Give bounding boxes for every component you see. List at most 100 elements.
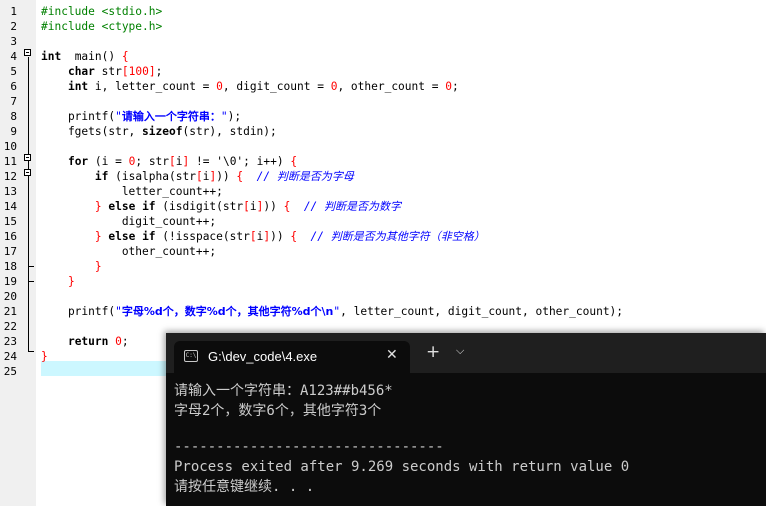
console-output-line: Process exited after 9.269 seconds with … — [174, 459, 630, 475]
code-token: )) — [216, 170, 237, 183]
code-token: [ — [249, 230, 257, 243]
code-token: 判断是否为数字 — [324, 200, 402, 213]
code-line[interactable]: 20 — [0, 289, 766, 304]
close-tab-icon[interactable]: ✕ — [386, 347, 398, 363]
code-line[interactable]: 12 if (isalpha(str[i])) { // 判断是否为字母 — [0, 169, 766, 184]
line-number: 15 — [3, 215, 17, 228]
code-text: char str[100]; — [41, 64, 162, 79]
code-token: int — [41, 50, 62, 63]
code-text: } — [41, 259, 102, 274]
code-token: for — [67, 155, 89, 168]
code-line[interactable]: 13 letter_count++; — [0, 184, 766, 199]
code-token: , letter_count, digit_count, other_count… — [340, 305, 624, 318]
line-number: 19 — [3, 275, 17, 288]
code-line[interactable]: 6 int i, letter_count = 0, digit_count =… — [0, 79, 766, 94]
code-token: 0 — [216, 80, 223, 93]
fold-toggle-icon[interactable] — [24, 49, 31, 56]
code-token: main() — [61, 50, 122, 63]
code-token: printf( — [41, 305, 116, 318]
console-output-line: -------------------------------- — [174, 439, 444, 455]
fold-toggle-icon[interactable] — [24, 154, 31, 161]
code-token: ] — [148, 65, 156, 78]
code-token: if — [94, 170, 109, 183]
console-output-line: 字母2个，数字6个，其他字符3个 — [174, 403, 382, 419]
code-token: 0 — [115, 335, 122, 348]
console-app-icon: C:\ — [184, 350, 198, 362]
code-line[interactable]: 21 printf("字母%d个，数字%d个，其他字符%d个\n", lette… — [0, 304, 766, 319]
code-token: (isdigit(str — [155, 200, 244, 213]
console-output-line: 请按任意键继续. . . — [174, 479, 315, 495]
code-line[interactable]: 5 char str[100]; — [0, 64, 766, 79]
terminal-tab-bar: C:\ G:\dev_code\4.exe ✕ + ⌵ — [166, 333, 766, 373]
fold-end — [28, 281, 34, 282]
code-line[interactable]: 7 — [0, 94, 766, 109]
line-number: 11 — [3, 155, 17, 168]
code-token: str — [94, 65, 122, 78]
code-line[interactable]: 22 — [0, 319, 766, 334]
code-text: int main() { — [41, 49, 129, 64]
code-line[interactable]: 16 } else if (!isspace(str[i])) { // 判断是… — [0, 229, 766, 244]
code-token: " — [220, 110, 228, 123]
console-output-line: 请输入一个字符串：A123##b456* — [174, 383, 393, 399]
code-line[interactable]: 8 printf("请输入一个字符串："); — [0, 109, 766, 124]
code-line[interactable]: 17 other_count++; — [0, 244, 766, 259]
code-line[interactable]: 9 fgets(str, sizeof(str), stdin); — [0, 124, 766, 139]
code-token: (str), stdin); — [182, 125, 277, 138]
code-token: digit_count++; — [41, 215, 217, 228]
code-token: )) — [270, 230, 291, 243]
code-token: } — [67, 275, 75, 288]
code-line[interactable]: 3 — [0, 34, 766, 49]
code-line[interactable]: 4 int main() { — [0, 49, 766, 64]
line-number: 6 — [10, 80, 17, 93]
code-token: else if — [108, 230, 156, 243]
code-token: 0 — [445, 80, 452, 93]
new-tab-icon[interactable]: + — [426, 342, 440, 362]
code-line[interactable]: 10 — [0, 139, 766, 154]
code-text: } — [41, 274, 75, 289]
code-line[interactable]: 2 #include <ctype.h> — [0, 19, 766, 34]
terminal-tab[interactable]: C:\ G:\dev_code\4.exe ✕ — [174, 341, 410, 373]
fold-end — [28, 351, 34, 352]
line-number: 14 — [3, 200, 17, 213]
code-token: 判断是否为字母 — [276, 170, 354, 183]
code-token: 100 — [128, 65, 149, 78]
code-token: i — [249, 200, 257, 213]
code-line[interactable]: 15 digit_count++; — [0, 214, 766, 229]
code-token: return — [67, 335, 109, 348]
code-text: return 0; — [41, 334, 129, 349]
code-line[interactable]: 14 } else if (isdigit(str[i])) { // 判断是否… — [0, 199, 766, 214]
code-token: char — [67, 65, 95, 78]
line-number: 9 — [10, 125, 17, 138]
code-token: else if — [108, 200, 156, 213]
code-line[interactable]: 1 #include <stdio.h> — [0, 4, 766, 19]
code-line[interactable]: 11 for (i = 0; str[i] != '\0'; i++) { — [0, 154, 766, 169]
line-number: 4 — [10, 50, 17, 63]
line-number: 2 — [10, 20, 17, 33]
code-token: (!isspace(str — [155, 230, 250, 243]
fold-end — [28, 266, 34, 267]
line-number: 3 — [10, 35, 17, 48]
code-line[interactable]: 19 } — [0, 274, 766, 289]
code-token: (isalpha(str — [108, 170, 196, 183]
code-line[interactable]: 18 } — [0, 259, 766, 274]
chevron-down-icon[interactable]: ⌵ — [456, 344, 464, 358]
code-token: 判断是否为其他字符（非空格） — [330, 230, 485, 243]
console-window[interactable]: C:\ G:\dev_code\4.exe ✕ + ⌵ 请输入一个字符串：A12… — [166, 333, 766, 506]
code-token: int — [67, 80, 89, 93]
code-text: printf("字母%d个，数字%d个，其他字符%d个\n", letter_c… — [41, 304, 623, 319]
code-text: for (i = 0; str[i] != '\0'; i++) { — [41, 154, 297, 169]
code-text: #include <ctype.h> — [41, 19, 162, 34]
code-token: ; — [451, 80, 459, 93]
code-token: // — [303, 200, 325, 213]
code-text: } else if (isdigit(str[i])) { // 判断是否为数字 — [41, 199, 401, 214]
fold-toggle-icon[interactable] — [24, 169, 31, 176]
code-token: { — [121, 50, 129, 63]
code-token: printf( — [41, 110, 116, 123]
